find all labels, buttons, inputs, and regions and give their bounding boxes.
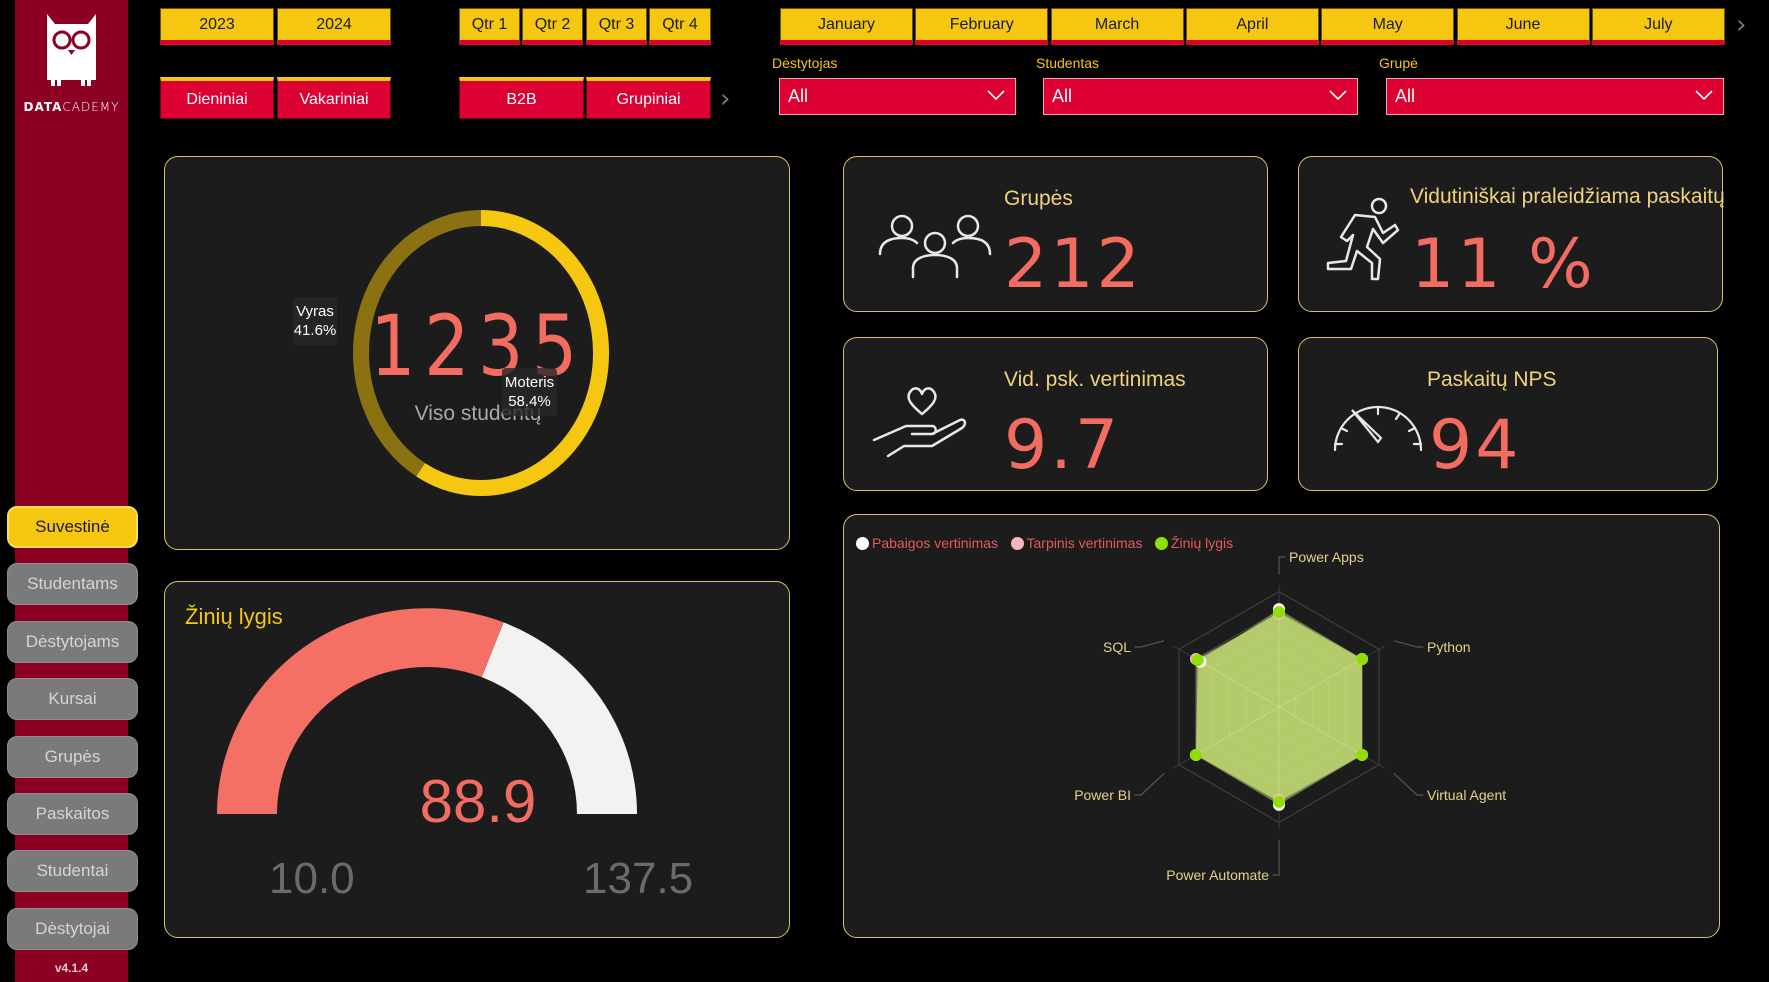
radar-point[interactable] <box>1189 748 1202 761</box>
sidebar-item-kursai[interactable]: Kursai <box>7 678 138 721</box>
moteris-percent: 58.4% <box>508 393 551 410</box>
destytojas-dropdown-value: All <box>788 86 809 106</box>
sidebar-item-destytojams[interactable]: Dėstytojams <box>7 620 138 663</box>
studentas-filter-label: Studentas <box>1036 55 1100 71</box>
chevron-down-icon <box>1695 90 1713 101</box>
qtr-2-button[interactable]: Qtr 2 <box>522 8 583 45</box>
kpi-rating-value: 9.7 <box>1004 406 1122 485</box>
radar-axis-label: SQL <box>1103 639 1131 655</box>
radar-leader-line <box>1278 556 1286 575</box>
people-group-icon <box>878 214 992 279</box>
vyras-label: Vyras <box>296 303 334 320</box>
gauge-max-label: 137.5 <box>583 854 694 903</box>
dieniniai-button[interactable]: Dieniniai <box>160 77 274 119</box>
running-person-icon <box>1326 197 1400 281</box>
radar-leader-line <box>1272 839 1280 876</box>
speedometer-icon <box>1333 405 1423 452</box>
month-march-button[interactable]: March <box>1050 8 1184 45</box>
kpi-card-rating: Vid. psk. vertinimas 9.7 <box>843 337 1268 491</box>
chevron-right-icon[interactable]: › <box>720 84 730 114</box>
destytojas-dropdown[interactable]: All <box>779 78 1016 115</box>
kpi-groups-title: Grupės <box>1004 187 1073 210</box>
radar-point[interactable] <box>1273 795 1285 808</box>
kpi-card-nps: Paskaitų NPS 94 <box>1298 337 1718 491</box>
radar-axis-label: Virtual Agent <box>1427 787 1506 803</box>
grupe-dropdown[interactable]: All <box>1386 78 1724 115</box>
chevron-right-icon[interactable]: › <box>1736 10 1746 40</box>
year-2023-button[interactable]: 2023 <box>160 8 274 45</box>
kpi-absence-title: Vidutiniškai praleidžiama paskaitų <box>1410 185 1725 208</box>
radar-point[interactable] <box>1191 654 1204 667</box>
kpi-groups-value: 212 <box>1004 225 1143 304</box>
radar-axis-label: Python <box>1427 639 1471 655</box>
radar-leader-line <box>1134 640 1165 648</box>
kpi-nps-value: 94 <box>1429 406 1522 485</box>
studentas-dropdown-value: All <box>1052 86 1073 106</box>
skills-radar-chart: Power Apps Python Virtual Agent Power Autom… <box>1074 549 1506 883</box>
vakariniai-button[interactable]: Vakariniai <box>277 77 391 119</box>
grupe-filter-label: Grupė <box>1379 55 1418 71</box>
knowledge-level-card: Žinių lygis 88.9 10.0 137.5 <box>164 581 790 938</box>
vyras-percent: 41.6% <box>293 322 337 339</box>
owl-logo-icon <box>47 14 96 86</box>
qtr-4-button[interactable]: Qtr 4 <box>649 8 711 45</box>
radar-leader-line <box>1393 640 1424 648</box>
year-2024-button[interactable]: 2024 <box>277 8 391 45</box>
version-label: v4.1.4 <box>54 961 89 975</box>
gauge-min-label: 10.0 <box>269 854 355 903</box>
chevron-down-icon <box>1329 90 1347 101</box>
total-students-label: Viso studentų <box>414 402 542 425</box>
radar-point[interactable] <box>1273 606 1285 619</box>
month-july-button[interactable]: July <box>1591 8 1725 45</box>
chevron-down-icon <box>987 90 1005 101</box>
heart-in-hand-icon <box>872 387 967 458</box>
studentas-dropdown[interactable]: All <box>1043 78 1358 115</box>
month-april-button[interactable]: April <box>1185 8 1319 45</box>
sidebar-item-grupes[interactable]: Grupės <box>7 735 138 778</box>
kpi-card-groups: Grupės 212 <box>843 156 1268 312</box>
sidebar-item-paskaitos[interactable]: Paskaitos <box>7 793 138 835</box>
radar-leader-line <box>1393 772 1424 796</box>
month-january-button[interactable]: January <box>780 8 913 45</box>
destytojas-filter-label: Dėstytojas <box>772 55 838 71</box>
radar-axis-label: Power Apps <box>1289 549 1364 565</box>
gauge-value: 88.9 <box>419 768 537 835</box>
grupe-dropdown-value: All <box>1395 86 1416 106</box>
radar-point[interactable] <box>1356 653 1369 666</box>
radar-axis-label: Power Automate <box>1166 867 1269 883</box>
moteris-data-label: Moteris 58.4% <box>502 368 557 416</box>
radar-axis-label: Power BI <box>1074 787 1131 803</box>
radar-leader-line <box>1134 772 1165 796</box>
vyras-data-label: Vyras 41.6% <box>293 297 337 345</box>
skills-radar-card: Pabaigos vertinimas Tarpinis vertinimas … <box>843 514 1720 938</box>
moteris-label: Moteris <box>504 374 555 391</box>
sidebar-item-destytojai[interactable]: Dėstytojai <box>7 907 138 950</box>
kpi-card-absence: Vidutiniškai praleidžiama paskaitų 11 % <box>1298 156 1725 312</box>
knowledge-level-gauge <box>217 608 637 814</box>
total-students-value: 1235 <box>370 297 586 395</box>
sidebar-item-studentams[interactable]: Studentams <box>7 563 138 606</box>
qtr-1-button[interactable]: Qtr 1 <box>459 8 520 45</box>
radar-point[interactable] <box>1356 748 1369 761</box>
kpi-rating-title: Vid. psk. vertinimas <box>1004 368 1186 391</box>
month-june-button[interactable]: June <box>1456 8 1590 45</box>
sidebar-item-suvestine[interactable]: Suvestinė <box>7 506 138 548</box>
total-students-card: 1235 Viso studentų Vyras 41.6% Moteris 5… <box>164 156 790 550</box>
brand-name: DATACADEMY <box>23 100 120 114</box>
kpi-nps-title: Paskaitų NPS <box>1427 368 1557 391</box>
sidebar-item-studentai[interactable]: Studentai <box>7 850 138 893</box>
month-february-button[interactable]: February <box>915 8 1049 45</box>
b2b-button[interactable]: B2B <box>459 77 584 119</box>
month-may-button[interactable]: May <box>1321 8 1455 45</box>
logo: DATACADEMY <box>15 0 128 122</box>
grupiniai-button[interactable]: Grupiniai <box>586 77 711 119</box>
qtr-3-button[interactable]: Qtr 3 <box>586 8 647 45</box>
kpi-absence-value: 11 % <box>1411 225 1596 304</box>
